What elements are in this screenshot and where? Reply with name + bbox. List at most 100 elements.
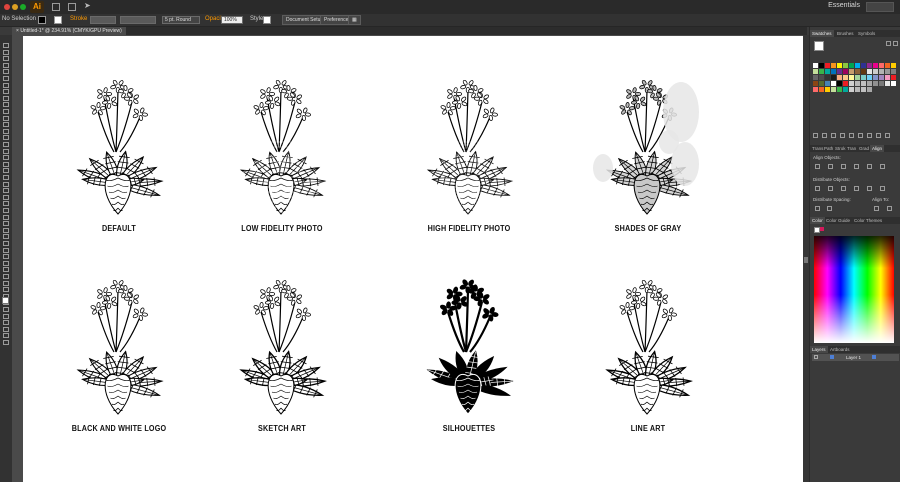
color-swatch[interactable]: [867, 69, 872, 74]
color-swatch[interactable]: [825, 81, 830, 86]
color-swatch[interactable]: [855, 69, 860, 74]
brush-definition[interactable]: 5 pt. Round: [162, 16, 200, 24]
color-swatch[interactable]: [813, 87, 818, 92]
arrange-documents-icon[interactable]: [68, 3, 76, 11]
search-input[interactable]: [866, 2, 894, 12]
color-swatch[interactable]: [891, 81, 896, 86]
graphic-style-swatch[interactable]: [263, 16, 271, 24]
tab-artboards[interactable]: Artboards: [828, 346, 852, 353]
color-swatch[interactable]: [825, 63, 830, 68]
color-swatch[interactable]: [861, 87, 866, 92]
distribute-icon[interactable]: [828, 186, 833, 191]
spacing-icon[interactable]: [827, 206, 832, 211]
tab-color-guide[interactable]: Color Guide: [824, 217, 852, 224]
color-swatch[interactable]: [879, 63, 884, 68]
align-icon[interactable]: [828, 164, 833, 169]
tab-brushes[interactable]: Brushes: [835, 30, 856, 37]
color-swatch[interactable]: [867, 75, 872, 80]
variable-width-profile[interactable]: [120, 16, 156, 24]
tab-color[interactable]: Color: [810, 217, 825, 224]
canvas[interactable]: DEFAULT LOW FIDELITY PHOTO HIGH FIDELITY P…: [12, 35, 803, 482]
color-swatch[interactable]: [885, 63, 890, 68]
swatch-action-icon[interactable]: [822, 133, 827, 138]
tab-color-themes[interactable]: Color Themes: [852, 217, 884, 224]
color-swatch[interactable]: [873, 69, 878, 74]
preset-example[interactable]: SKETCH ART: [192, 272, 372, 433]
tool-icon[interactable]: [3, 89, 9, 95]
tool-icon[interactable]: [3, 161, 9, 167]
tool-icon[interactable]: [3, 155, 9, 161]
color-swatch[interactable]: [873, 63, 878, 68]
tool-icon[interactable]: [3, 221, 9, 227]
tool-icon[interactable]: [3, 181, 9, 187]
color-swatch[interactable]: [855, 75, 860, 80]
grid-view-icon[interactable]: [893, 41, 898, 46]
list-view-icon[interactable]: [886, 41, 891, 46]
tool-icon[interactable]: [3, 287, 9, 293]
zoom-window-icon[interactable]: [20, 4, 26, 10]
color-swatch[interactable]: [849, 81, 854, 86]
tool-icon[interactable]: [3, 307, 9, 312]
color-stroke-proxy[interactable]: [820, 227, 824, 231]
color-swatch[interactable]: [849, 75, 854, 80]
swatch-action-icon[interactable]: [858, 133, 863, 138]
tool-icon[interactable]: [3, 168, 9, 174]
close-window-icon[interactable]: [4, 4, 10, 10]
tool-icon[interactable]: [3, 260, 9, 266]
color-swatch[interactable]: [849, 63, 854, 68]
color-swatch[interactable]: [837, 75, 842, 80]
color-swatch[interactable]: [831, 81, 836, 86]
close-tab-icon[interactable]: ×: [16, 28, 19, 34]
color-swatch[interactable]: [813, 81, 818, 86]
layer-row[interactable]: Layer 1: [812, 354, 899, 361]
spacing-icon[interactable]: [887, 206, 892, 211]
tool-icon[interactable]: [3, 333, 9, 339]
tab-gradient[interactable]: Grad: [857, 145, 871, 152]
preset-example[interactable]: LINE ART: [558, 272, 738, 433]
color-swatch[interactable]: [885, 87, 890, 92]
color-swatch[interactable]: [873, 87, 878, 92]
swatch-action-icon[interactable]: [813, 133, 818, 138]
color-swatch[interactable]: [831, 63, 836, 68]
color-swatch[interactable]: [855, 81, 860, 86]
spacing-icon[interactable]: [815, 206, 820, 211]
color-swatch[interactable]: [861, 75, 866, 80]
tool-icon[interactable]: [3, 227, 9, 233]
color-swatch[interactable]: [879, 81, 884, 86]
document-tab[interactable]: × Untitled-1* @ 234.91% (CMYK/GPU Previe…: [12, 27, 126, 35]
color-swatch[interactable]: [891, 87, 896, 92]
color-swatch[interactable]: [861, 81, 866, 86]
color-swatch[interactable]: [873, 75, 878, 80]
tool-icon[interactable]: [3, 234, 9, 240]
workspace-switcher[interactable]: Essentials: [828, 2, 860, 9]
artboard[interactable]: DEFAULT LOW FIDELITY PHOTO HIGH FIDELITY P…: [23, 36, 803, 482]
color-swatch[interactable]: [879, 75, 884, 80]
tool-icon[interactable]: [3, 135, 9, 141]
color-swatch[interactable]: [843, 69, 848, 74]
color-swatch[interactable]: [825, 75, 830, 80]
tool-icon[interactable]: [3, 76, 9, 81]
swatch-action-icon[interactable]: [849, 133, 854, 138]
preset-example[interactable]: SILHOUETTES: [379, 272, 559, 433]
tool-icon[interactable]: [3, 102, 9, 108]
distribute-icon[interactable]: [867, 186, 872, 191]
tool-icon[interactable]: [3, 320, 9, 326]
tool-icon[interactable]: [3, 247, 9, 253]
tool-icon[interactable]: [3, 188, 9, 194]
color-swatch[interactable]: [855, 63, 860, 68]
color-swatch[interactable]: [837, 81, 842, 86]
color-swatch[interactable]: [843, 81, 848, 86]
color-swatch[interactable]: [837, 63, 842, 68]
tool-icon[interactable]: [3, 142, 9, 147]
preset-example[interactable]: BLACK AND WHITE LOGO: [29, 272, 209, 433]
color-swatch[interactable]: [819, 81, 824, 86]
stroke-swatch[interactable]: [54, 16, 62, 24]
color-swatch[interactable]: [831, 69, 836, 74]
color-swatch[interactable]: [819, 63, 824, 68]
color-swatch[interactable]: [825, 87, 830, 92]
tool-icon[interactable]: [3, 326, 9, 332]
color-swatch[interactable]: [885, 81, 890, 86]
tab-symbols[interactable]: Symbols: [856, 30, 877, 37]
color-swatch[interactable]: [837, 87, 842, 92]
tool-icon[interactable]: [3, 43, 9, 48]
